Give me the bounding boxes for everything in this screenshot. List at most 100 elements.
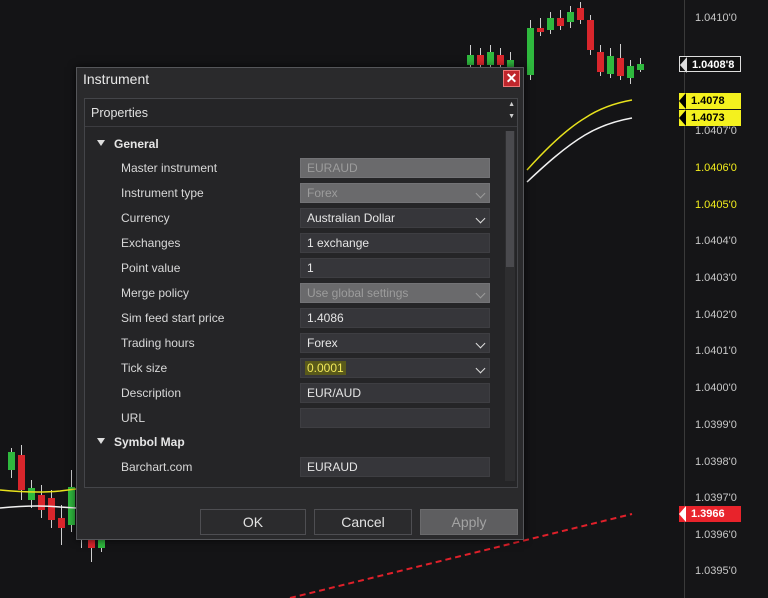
up-candle — [527, 28, 534, 75]
down-candle — [58, 518, 65, 528]
down-candle — [617, 58, 624, 76]
property-dropdown[interactable]: Australian Dollar — [300, 208, 490, 228]
property-label: Tick size — [121, 361, 168, 375]
chevron-down-icon[interactable] — [475, 363, 486, 374]
property-input[interactable]: 1 — [300, 258, 490, 278]
price-tick-label: 1.0397'0 — [695, 492, 737, 504]
down-candle — [48, 498, 55, 520]
up-candle — [567, 12, 574, 22]
price-marker-tag: 1.3966 — [679, 506, 741, 522]
up-candle — [98, 540, 105, 548]
white-moving-average — [526, 117, 633, 183]
up-candle — [68, 487, 75, 525]
price-tick-label: 1.0400'0 — [695, 382, 737, 394]
instrument-dialog: Instrument ✕ Properties ▲ ▼ General Mast… — [76, 67, 524, 540]
properties-title: Properties — [91, 106, 148, 120]
collapse-triangle-icon[interactable] — [97, 438, 105, 444]
property-label: Currency — [121, 211, 170, 225]
property-label: Instrument type — [121, 186, 204, 200]
property-value: EUR/AUD — [307, 386, 362, 400]
property-value: EURAUD — [307, 161, 358, 175]
close-button[interactable]: ✕ — [503, 70, 520, 87]
down-candle — [477, 55, 484, 65]
category-general[interactable]: General — [97, 137, 159, 155]
chevron-down-icon[interactable] — [475, 338, 486, 349]
price-tick-label: 1.0396'0 — [695, 529, 737, 541]
dialog-titlebar[interactable]: Instrument ✕ — [77, 68, 523, 90]
down-candle — [587, 20, 594, 50]
ok-button[interactable]: OK — [200, 509, 306, 535]
property-input: EURAUD — [300, 158, 490, 178]
yellow-moving-average-left — [0, 488, 77, 493]
property-label: Point value — [121, 261, 181, 275]
property-value: 1.4086 — [307, 311, 344, 325]
price-tick-label: 1.0403'0 — [695, 272, 737, 284]
property-value: 1 — [307, 261, 314, 275]
up-candle — [627, 66, 634, 78]
property-dropdown[interactable]: 0.0001 — [300, 358, 490, 378]
price-tick-label: 1.0398'0 — [695, 456, 737, 468]
up-candle — [547, 18, 554, 30]
category-symbol-map[interactable]: Symbol Map — [97, 435, 185, 453]
scroll-down-icon[interactable]: ▼ — [508, 113, 515, 120]
down-candle — [577, 8, 584, 20]
cancel-button[interactable]: Cancel — [314, 509, 412, 535]
collapse-triangle-icon[interactable] — [97, 140, 105, 146]
down-candle — [18, 455, 25, 490]
chevron-down-icon[interactable] — [475, 213, 486, 224]
properties-panel: Properties ▲ ▼ General Master instrument… — [84, 98, 518, 488]
price-tick-label: 1.0410'0 — [695, 12, 737, 24]
down-candle — [88, 540, 95, 548]
price-tick-label: 1.0399'0 — [695, 419, 737, 431]
property-label: Barchart.com — [121, 460, 193, 474]
price-tick-label: 1.0404'0 — [695, 235, 737, 247]
property-label: Master instrument — [121, 161, 218, 175]
price-marker-tag: 1.4073 — [679, 110, 741, 126]
down-candle — [557, 18, 564, 26]
property-dropdown: Forex — [300, 183, 490, 203]
property-label: Sim feed start price — [121, 311, 225, 325]
property-value: 1 exchange — [307, 236, 370, 250]
property-label: URL — [121, 411, 146, 425]
property-value: Forex — [307, 336, 338, 350]
price-tick-label: 1.0407'0 — [695, 125, 737, 137]
property-value: EURAUD — [307, 460, 358, 474]
apply-button[interactable]: Apply — [420, 509, 518, 535]
property-input[interactable]: EUR/AUD — [300, 383, 490, 403]
up-candle — [8, 452, 15, 470]
properties-scrollbar[interactable] — [505, 131, 515, 481]
chevron-down-icon[interactable] — [475, 188, 486, 199]
up-candle — [637, 64, 644, 70]
price-marker-tag: 1.0408'8 — [679, 56, 741, 73]
price-tick-label: 1.0406'0 — [695, 162, 737, 174]
yellow-moving-average — [526, 99, 633, 171]
price-tick-label: 1.0395'0 — [695, 565, 737, 577]
up-candle — [467, 55, 474, 65]
scroll-up-icon[interactable]: ▲ — [508, 101, 515, 108]
up-candle — [607, 56, 614, 74]
property-input[interactable] — [300, 408, 490, 428]
property-value: Use global settings — [307, 286, 409, 300]
property-value: 0.0001 — [305, 361, 346, 375]
property-label: Merge policy — [121, 286, 190, 300]
up-candle — [487, 52, 494, 65]
property-input[interactable]: 1 exchange — [300, 233, 490, 253]
property-label: Exchanges — [121, 236, 181, 250]
down-candle — [597, 52, 604, 72]
property-label: Description — [121, 386, 182, 400]
down-candle — [537, 28, 544, 32]
chevron-down-icon[interactable] — [475, 288, 486, 299]
price-tick-label: 1.0402'0 — [695, 309, 737, 321]
property-input[interactable]: 1.4086 — [300, 308, 490, 328]
dialog-title: Instrument — [83, 71, 150, 87]
price-tick-label: 1.0405'0 — [695, 199, 737, 211]
price-axis[interactable]: 1.0410'0 1.0407'0 1.0406'0 1.0405'0 1.0404'0… — [679, 0, 768, 598]
property-input[interactable]: EURAUD — [300, 457, 490, 477]
price-marker-tag: 1.4078 — [679, 93, 741, 109]
property-dropdown: Use global settings — [300, 283, 490, 303]
property-dropdown[interactable]: Forex — [300, 333, 490, 353]
property-value: Forex — [307, 186, 338, 200]
down-candle — [38, 495, 45, 510]
price-tick-label: 1.0401'0 — [695, 345, 737, 357]
scrollbar-thumb[interactable] — [506, 131, 514, 267]
